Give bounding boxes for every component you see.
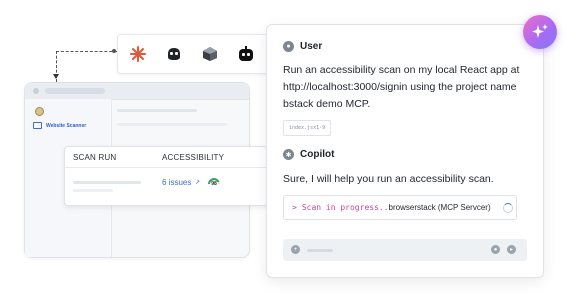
divider xyxy=(65,167,267,168)
status-server-text: browserstack (MCP Servcer) xyxy=(388,203,491,212)
placeholder-line xyxy=(117,109,197,112)
sidebar-item-website-scanner[interactable]: Website Scanner xyxy=(33,122,86,129)
add-icon[interactable]: + xyxy=(291,245,300,254)
copilot-chat-panel: ● User Run an accessibility scan on my l… xyxy=(266,24,544,278)
placeholder-line xyxy=(73,181,141,184)
robot-icon[interactable] xyxy=(236,44,256,64)
user-message-line: http://localhost:3000/signin using the p… xyxy=(283,81,517,93)
tool-status-box: > Scan in progress.. browserstack (MCP S… xyxy=(283,195,517,220)
chat-input[interactable]: + ● ▸ xyxy=(283,239,527,261)
input-placeholder-line xyxy=(307,249,333,252)
app-logo-icon xyxy=(35,107,44,116)
user-label: User xyxy=(300,41,323,52)
browser-titlebar xyxy=(25,83,249,100)
copilot-header: ✱ Copilot xyxy=(283,149,334,160)
folder-icon xyxy=(33,122,42,129)
user-message-line: Run an accessibility scan on my local Re… xyxy=(283,64,520,76)
column-header-accessibility: ACCESSIBILITY xyxy=(162,153,225,162)
copilot-icon[interactable] xyxy=(164,44,184,64)
scan-results-card: SCAN RUN ACCESSIBILITY 6 issues ↗ 98 xyxy=(64,146,268,206)
issues-link[interactable]: 6 issues xyxy=(162,178,191,187)
sparkle-badge-icon xyxy=(523,15,557,49)
asterisk-icon[interactable] xyxy=(128,44,148,64)
attach-icon[interactable]: ● xyxy=(491,245,500,254)
sidebar-item-label: Website Scanner xyxy=(46,122,87,129)
connector-line xyxy=(56,51,117,82)
placeholder-line xyxy=(73,189,113,192)
loading-spinner-icon xyxy=(503,203,513,213)
window-dot-icon xyxy=(33,88,39,94)
user-message-line: bstack demo MCP. xyxy=(283,98,371,110)
user-header: ● User xyxy=(283,41,322,52)
connector-dot xyxy=(112,49,116,53)
address-bar[interactable] xyxy=(45,88,105,94)
file-reference-chip[interactable]: index.jsx1-9 xyxy=(283,120,332,136)
column-header-scan-run: SCAN RUN xyxy=(73,153,117,162)
send-icon[interactable]: ▸ xyxy=(507,245,516,254)
user-avatar-icon: ● xyxy=(283,41,294,52)
copilot-label: Copilot xyxy=(300,149,335,160)
copilot-avatar-icon: ✱ xyxy=(283,149,294,160)
cube-icon[interactable] xyxy=(200,44,220,64)
placeholder-line xyxy=(117,123,227,126)
connector-arrow-icon xyxy=(53,74,59,79)
score-value: 98 xyxy=(211,181,217,187)
mcp-tools-strip xyxy=(117,34,269,74)
status-code-text: Scan in progress.. xyxy=(301,203,389,212)
copilot-message: Sure, I will help you run an accessibili… xyxy=(283,173,494,185)
chevron-right-icon: > xyxy=(292,203,297,212)
external-link-icon: ↗ xyxy=(195,180,201,186)
